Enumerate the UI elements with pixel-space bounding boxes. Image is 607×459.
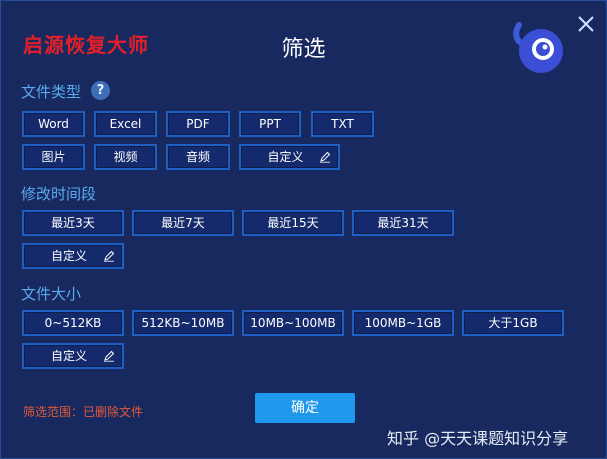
size-10mb-100mb[interactable]: 10MB~100MB bbox=[242, 310, 344, 336]
size-custom-label: 自定义 bbox=[50, 349, 87, 363]
time-last-31-days[interactable]: 最近31天 bbox=[352, 210, 454, 236]
size-0-512kb[interactable]: 0~512KB bbox=[22, 310, 124, 336]
pencil-icon bbox=[104, 350, 115, 362]
filter-scope-text: 筛选范围：已删除文件 bbox=[23, 405, 144, 419]
time-last-15-days[interactable]: 最近15天 bbox=[242, 210, 344, 236]
file-type-custom-button[interactable]: 自定义 bbox=[239, 144, 340, 170]
file-type-word[interactable]: Word bbox=[22, 111, 85, 137]
file-size-label: 文件大小 bbox=[21, 285, 82, 303]
size-over-1gb[interactable]: 大于1GB bbox=[462, 310, 564, 336]
confirm-button[interactable]: 确定 bbox=[255, 393, 355, 423]
time-last-7-days[interactable]: 最近7天 bbox=[132, 210, 234, 236]
size-512kb-10mb[interactable]: 512KB~10MB bbox=[132, 310, 234, 336]
mascot-logo bbox=[513, 22, 563, 73]
file-type-label: 文件类型 bbox=[21, 83, 82, 101]
size-100mb-1gb[interactable]: 100MB~1GB bbox=[352, 310, 454, 336]
modified-time-label: 修改时间段 bbox=[21, 185, 97, 203]
help-icon[interactable]: ? bbox=[91, 81, 110, 100]
file-type-image[interactable]: 图片 bbox=[22, 144, 85, 170]
file-type-txt[interactable]: TXT bbox=[311, 111, 374, 137]
pencil-icon bbox=[104, 250, 115, 262]
file-type-video[interactable]: 视频 bbox=[94, 144, 157, 170]
file-type-excel[interactable]: Excel bbox=[94, 111, 157, 137]
close-icon[interactable] bbox=[575, 13, 597, 35]
time-last-3-days[interactable]: 最近3天 bbox=[22, 210, 124, 236]
filter-dialog: 启源恢复大师 筛选 文件类型 ? Word Excel PDF PPT TXT … bbox=[0, 0, 607, 459]
time-custom-label: 自定义 bbox=[50, 249, 87, 263]
file-type-audio[interactable]: 音频 bbox=[166, 144, 230, 170]
time-custom-button[interactable]: 自定义 bbox=[22, 243, 124, 269]
file-type-ppt[interactable]: PPT bbox=[239, 111, 301, 137]
file-type-pdf[interactable]: PDF bbox=[166, 111, 230, 137]
size-custom-button[interactable]: 自定义 bbox=[22, 343, 124, 369]
pencil-icon bbox=[320, 151, 331, 163]
watermark-text: 知乎 @天天课题知识分享 bbox=[387, 429, 569, 448]
file-type-custom-label: 自定义 bbox=[267, 150, 304, 164]
